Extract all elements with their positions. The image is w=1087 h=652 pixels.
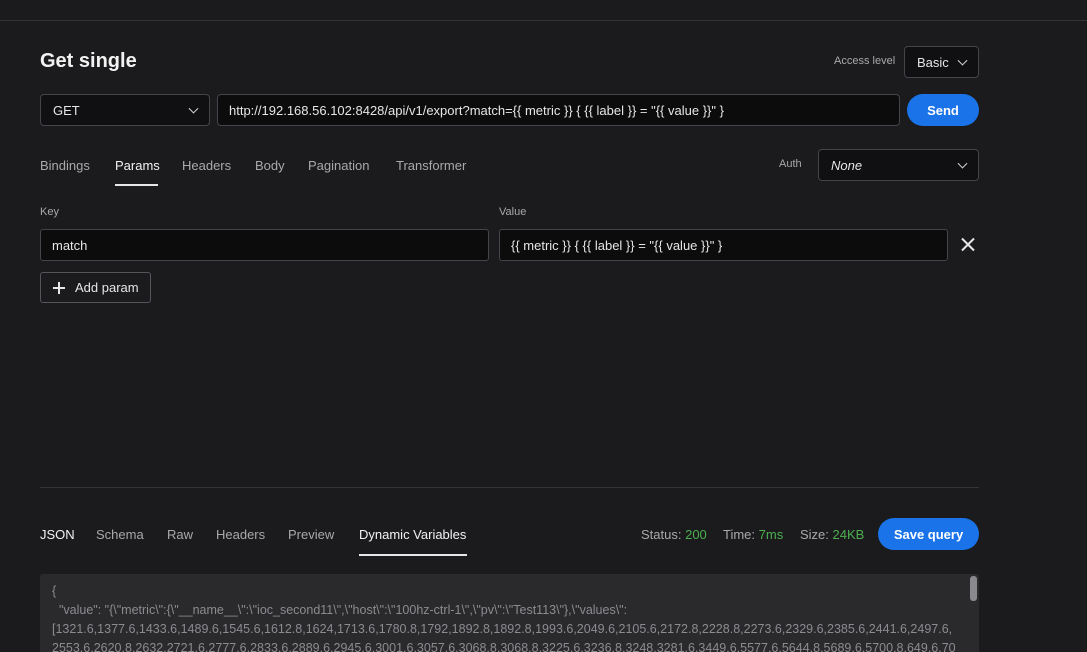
time-label: Time:	[723, 527, 756, 542]
size-value: 24KB	[832, 527, 865, 542]
response-scrollbar[interactable]	[970, 576, 977, 601]
top-bar	[0, 0, 1087, 21]
section-divider	[40, 487, 979, 488]
page-title: Get single	[40, 50, 137, 72]
close-icon[interactable]	[960, 237, 975, 252]
active-tab-indicator	[115, 184, 158, 186]
method-select[interactable]: GET	[40, 94, 210, 126]
auth-label: Auth	[779, 158, 802, 170]
chevron-down-icon	[957, 158, 968, 169]
time-value: 7ms	[758, 527, 784, 542]
param-key-input[interactable]: match	[40, 229, 489, 261]
chevron-down-icon	[188, 103, 199, 114]
tab-raw[interactable]: Raw	[167, 527, 193, 542]
plus-icon	[53, 282, 65, 294]
size-readout: Size: 24KB	[800, 527, 864, 542]
tab-headers[interactable]: Headers	[182, 158, 231, 173]
response-line: [1321.6,1377.6,1433.6,1489.6,1545.6,1612…	[52, 622, 953, 636]
tab-bindings[interactable]: Bindings	[40, 158, 90, 173]
response-line: 2553.6,2620.8,2632,2721.6,2777.6,2833.6,…	[52, 641, 956, 652]
save-query-button[interactable]: Save query	[878, 518, 979, 550]
access-level-label: Access level	[834, 55, 896, 67]
add-param-label: Add param	[75, 280, 139, 295]
status-value: 200	[685, 527, 707, 542]
response-line: {	[52, 584, 57, 598]
status-readout: Status: 200	[641, 527, 707, 542]
size-label: Size:	[800, 527, 829, 542]
response-line: "value": "{\"metric\":{\"__name__\":\"io…	[52, 603, 628, 617]
auth-select[interactable]: None	[818, 149, 979, 181]
response-body[interactable]: { "value": "{\"metric\":{\"__name__\":\"…	[40, 574, 979, 652]
add-param-button[interactable]: Add param	[40, 272, 151, 303]
status-label: Status:	[641, 527, 682, 542]
auth-value: None	[831, 157, 863, 173]
tab-params[interactable]: Params	[115, 158, 160, 173]
tab-json[interactable]: JSON	[40, 527, 75, 542]
send-button[interactable]: Send	[907, 94, 979, 126]
param-value-input[interactable]: {{ metric }} { {{ label }} = "{{ value }…	[499, 229, 948, 261]
time-readout: Time: 7ms	[723, 527, 783, 542]
tab-preview[interactable]: Preview	[288, 527, 334, 542]
tab-pagination[interactable]: Pagination	[308, 158, 369, 173]
chevron-down-icon	[957, 55, 968, 66]
value-column-label: Value	[499, 206, 527, 218]
key-column-label: Key	[40, 206, 59, 218]
tab-body[interactable]: Body	[255, 158, 285, 173]
access-level-value: Basic	[917, 54, 949, 70]
method-value: GET	[53, 102, 80, 118]
tab-transformer[interactable]: Transformer	[396, 158, 466, 173]
access-level-select[interactable]: Basic	[904, 46, 979, 78]
tab-response-headers[interactable]: Headers	[216, 527, 265, 542]
url-input[interactable]: http://192.168.56.102:8428/api/v1/export…	[217, 94, 900, 126]
active-response-tab-indicator	[359, 554, 467, 556]
tab-dynamic-variables[interactable]: Dynamic Variables	[359, 527, 466, 542]
tab-schema[interactable]: Schema	[96, 527, 144, 542]
